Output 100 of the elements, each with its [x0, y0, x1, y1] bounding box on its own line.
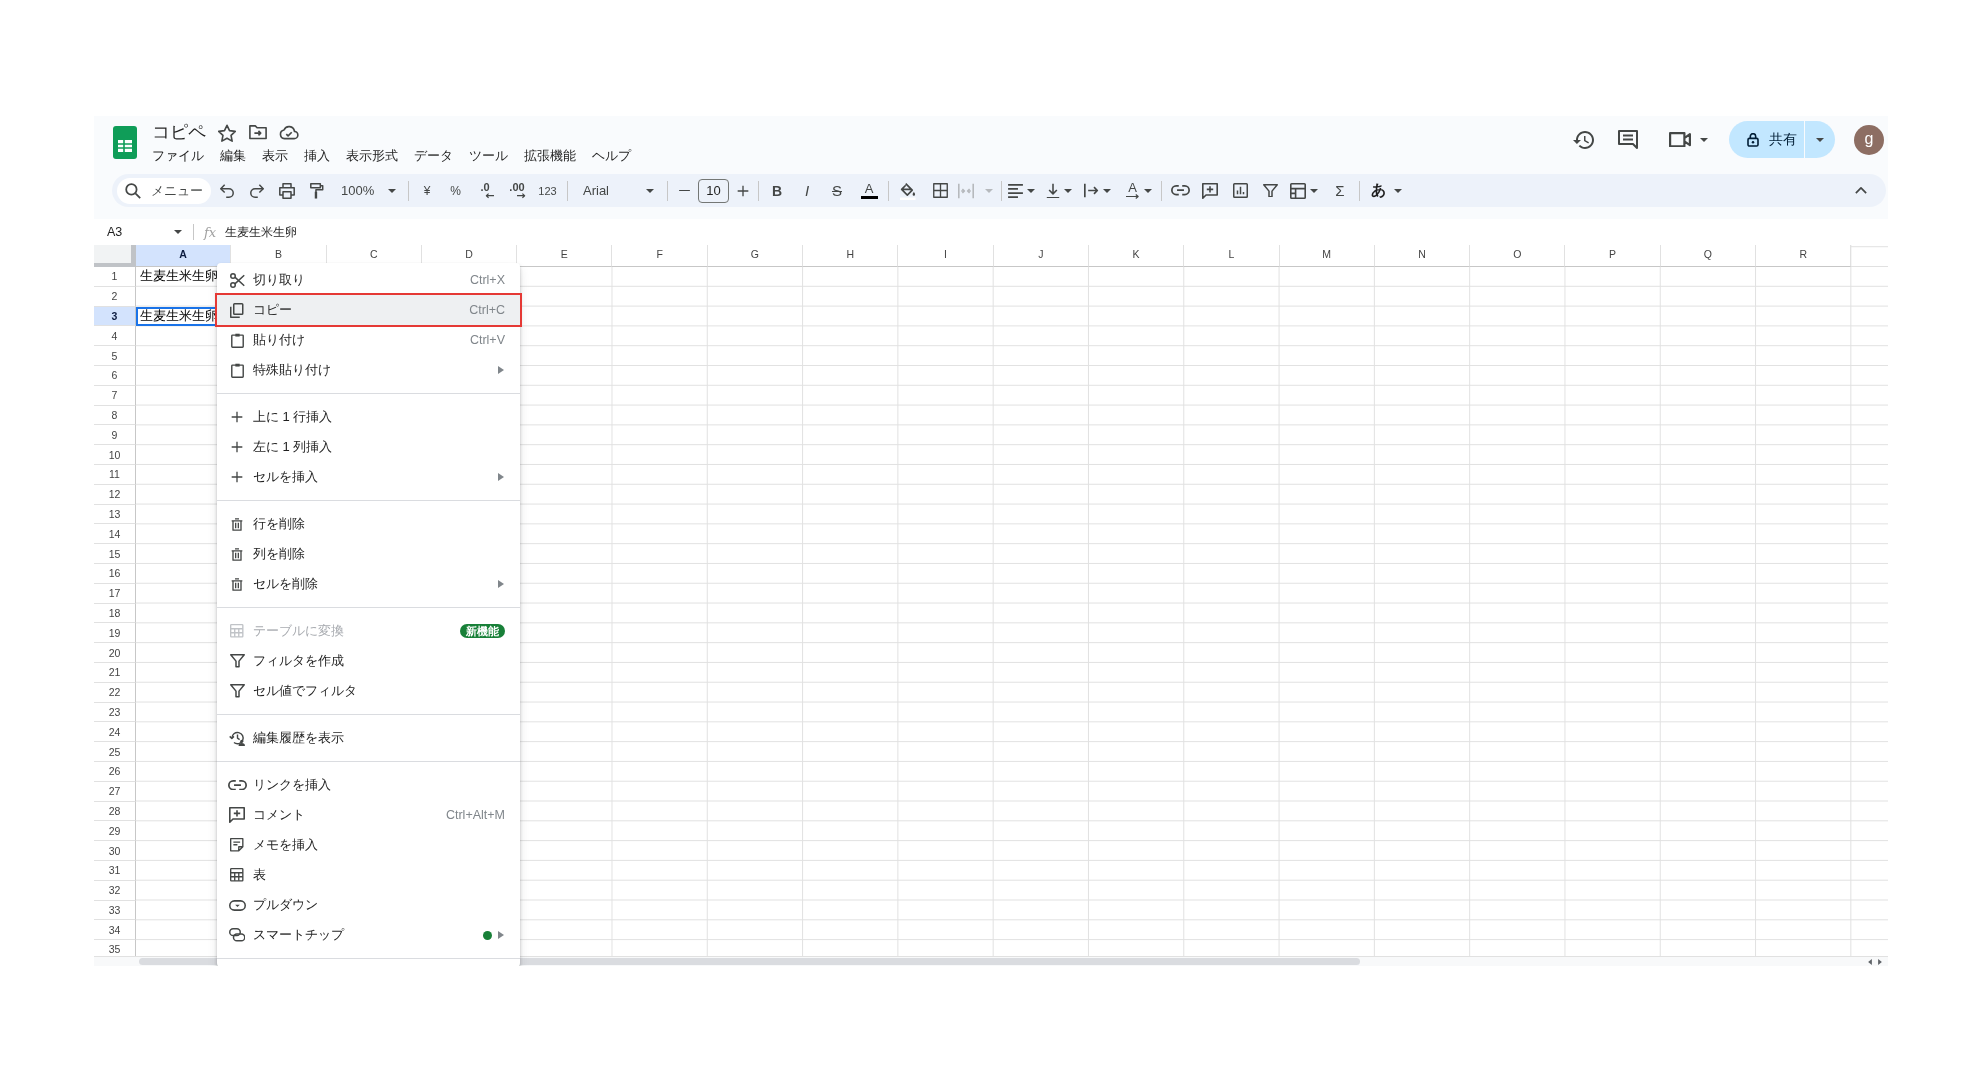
menu-item[interactable]: 表 [217, 860, 520, 890]
column-header[interactable]: L [1184, 245, 1280, 267]
menu-bar-item[interactable]: 挿入 [301, 145, 333, 166]
row-header[interactable]: 10 [94, 445, 136, 465]
row-header[interactable]: 9 [94, 425, 136, 446]
column-header[interactable]: Q [1660, 245, 1757, 267]
menu-item[interactable]: プルダウン [217, 890, 520, 920]
column-header[interactable]: N [1374, 245, 1471, 267]
column-header[interactable]: F [612, 245, 708, 267]
row-header[interactable]: 33 [94, 900, 136, 921]
document-title[interactable]: コピペ [152, 121, 206, 144]
column-header[interactable]: I [898, 245, 994, 267]
strikethrough-button[interactable]: S [823, 176, 851, 205]
text-color-button[interactable]: A [855, 176, 883, 205]
row-header[interactable]: 31 [94, 860, 136, 881]
menu-item[interactable]: コメント Ctrl+Alt+M [217, 800, 520, 830]
row-header[interactable]: 13 [94, 504, 136, 525]
row-header[interactable]: 15 [94, 544, 136, 564]
menu-item[interactable]: スマートチップ [217, 920, 520, 950]
menu-item[interactable]: セルを挿入 [217, 462, 520, 492]
row-header[interactable]: 32 [94, 880, 136, 901]
menu-bar-item[interactable]: 拡張機能 [521, 145, 579, 166]
menu-bar-item[interactable]: ツール [466, 145, 511, 166]
column-header[interactable]: H [803, 245, 899, 267]
row-header[interactable]: 4 [94, 326, 136, 347]
row-header[interactable]: 2 [94, 286, 136, 307]
row-header[interactable]: 29 [94, 821, 136, 842]
menu-bar-item[interactable]: 表示 [259, 145, 291, 166]
column-header[interactable]: E [517, 245, 613, 267]
menu-bar-item[interactable]: データ [411, 145, 456, 166]
functions-button[interactable]: Σ [1327, 176, 1353, 205]
menu-item[interactable]: 上に 1 行挿入 [217, 402, 520, 432]
left-arrow-icon [484, 193, 494, 199]
menu-item[interactable]: コピー Ctrl+C [217, 295, 520, 325]
row-header[interactable]: 18 [94, 603, 136, 624]
menu-item[interactable]: 左に 1 列挿入 [217, 432, 520, 462]
row-header[interactable]: 16 [94, 563, 136, 584]
menu-item[interactable]: フィルタを作成 [217, 646, 520, 676]
column-header[interactable]: A [136, 245, 232, 267]
share-button[interactable]: 共有 [1729, 121, 1804, 158]
menu-item[interactable]: セルを削除 [217, 569, 520, 599]
font-size-field[interactable]: 10 [698, 178, 729, 203]
scroll-left-icon[interactable] [1868, 958, 1872, 965]
row-header[interactable]: 27 [94, 781, 136, 802]
italic-button[interactable]: I [793, 176, 821, 205]
row-header[interactable]: 11 [94, 464, 136, 485]
column-header[interactable]: O [1470, 245, 1566, 267]
row-header[interactable]: 28 [94, 801, 136, 822]
row-header[interactable]: 1 [94, 267, 136, 287]
account-avatar[interactable]: g [1854, 124, 1884, 155]
row-header[interactable]: 24 [94, 722, 136, 743]
input-tools-button[interactable]: あ [1366, 176, 1406, 205]
formula-input[interactable]: 生麦生米生卵 [225, 223, 298, 241]
menu-item[interactable]: 行を削除 [217, 509, 520, 539]
menu-bar-item[interactable]: ヘルプ [589, 145, 634, 166]
note-icon [230, 838, 244, 852]
row-header[interactable]: 20 [94, 643, 136, 663]
row-header[interactable]: 14 [94, 524, 136, 545]
name-box[interactable]: A3 [102, 221, 184, 243]
decrease-decimal-button[interactable]: .0 [470, 176, 500, 205]
row-header[interactable]: 12 [94, 484, 136, 505]
row-header[interactable]: 5 [94, 346, 136, 366]
menu-item[interactable]: リンクを挿入 [217, 770, 520, 800]
row-header[interactable]: 26 [94, 761, 136, 782]
row-header[interactable]: 6 [94, 366, 136, 386]
menu-item[interactable]: 貼り付け Ctrl+V [217, 325, 520, 355]
menu-bar-item[interactable]: ファイル [149, 145, 207, 166]
column-header[interactable]: K [1088, 245, 1185, 267]
percent-button[interactable]: % [441, 176, 470, 205]
row-header[interactable]: 8 [94, 405, 136, 426]
increase-decimal-button[interactable]: .00 [500, 176, 534, 205]
zoom-dropdown[interactable]: 100% [335, 176, 401, 205]
menu-item[interactable]: 編集履歴を表示 [217, 723, 520, 753]
column-header[interactable]: G [707, 245, 804, 267]
menu-item[interactable]: 切り取り Ctrl+X [217, 265, 520, 295]
row-header[interactable]: 21 [94, 662, 136, 683]
menu-item[interactable]: セル値でフィルタ [217, 676, 520, 706]
column-header[interactable]: P [1565, 245, 1661, 267]
column-header[interactable]: J [993, 245, 1089, 267]
menu-item[interactable]: メモを挿入 [217, 830, 520, 860]
menu-bar-item[interactable]: 表示形式 [343, 145, 401, 166]
menu-search-field[interactable]: メニュー [117, 177, 211, 204]
row-header[interactable]: 3 [94, 306, 136, 327]
row-header[interactable]: 23 [94, 702, 136, 723]
row-header[interactable]: 7 [94, 385, 136, 406]
column-header[interactable]: M [1279, 245, 1375, 267]
font-dropdown[interactable]: Arial [574, 176, 661, 205]
number-format-button[interactable]: 123 [534, 176, 561, 205]
row-header[interactable]: 34 [94, 920, 136, 941]
row-header[interactable]: 19 [94, 623, 136, 644]
bold-button[interactable]: B [764, 176, 790, 205]
menu-item[interactable]: 特殊貼り付け [217, 355, 520, 385]
menu-item[interactable]: 列を削除 [217, 539, 520, 569]
row-header[interactable]: 17 [94, 583, 136, 604]
column-header[interactable]: R [1756, 245, 1852, 267]
row-header[interactable]: 22 [94, 682, 136, 703]
scroll-right-icon[interactable] [1878, 958, 1882, 965]
menu-bar-item[interactable]: 編集 [217, 145, 249, 166]
text-rotation-button[interactable]: A [1118, 176, 1157, 205]
currency-button[interactable]: ¥ [413, 176, 441, 205]
